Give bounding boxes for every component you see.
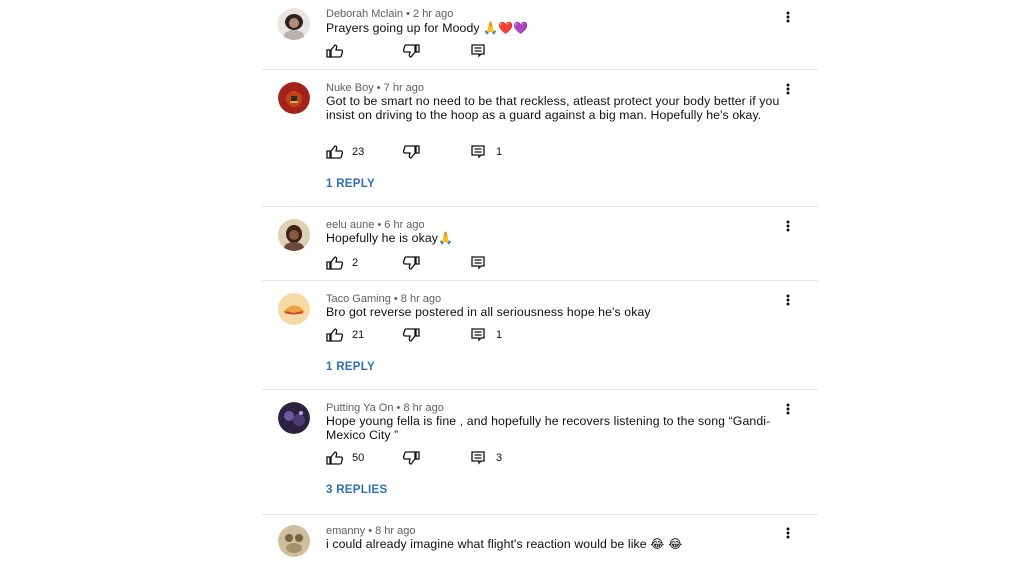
- thumbs-up-icon: [326, 328, 344, 342]
- comment-time: 8 hr ago: [375, 525, 416, 537]
- like-count: 21: [352, 329, 365, 341]
- more-vert-icon[interactable]: [780, 401, 796, 417]
- author-name[interactable]: Deborah Mclain: [326, 8, 403, 20]
- comment-item: Nuke Boy • 7 hr ago Got to be smart no n…: [262, 70, 818, 206]
- avatar[interactable]: [278, 8, 310, 40]
- reply-button[interactable]: 3: [470, 450, 502, 466]
- more-vert-icon[interactable]: [780, 292, 796, 308]
- view-replies-link[interactable]: 3 REPLIES: [326, 484, 388, 496]
- comment-icon: [471, 44, 485, 58]
- comment-body: i could already imagine what flight's re…: [326, 537, 647, 551]
- comment-text: Hopefully he is okay🙏: [326, 231, 796, 245]
- view-replies-link[interactable]: 1 REPLY: [326, 178, 375, 190]
- comment-meta: emanny • 8 hr ago: [326, 525, 416, 537]
- comment-icon: [471, 451, 485, 465]
- dislike-button[interactable]: [402, 450, 420, 466]
- like-button[interactable]: 2: [326, 255, 358, 271]
- comment-time: 7 hr ago: [383, 82, 425, 94]
- comment-item: Putting Ya On • 8 hr ago Hope young fell…: [262, 390, 818, 514]
- avatar-image: [278, 525, 310, 557]
- comment-body: Bro got reverse postered in all seriousn…: [326, 305, 651, 319]
- reply-count: 3: [496, 452, 503, 464]
- comment-body: Prayers going up for Moody: [326, 21, 480, 35]
- comment-meta: Deborah Mclain • 2 hr ago: [326, 8, 454, 20]
- emoji: 😂 😂: [650, 537, 683, 551]
- author-name[interactable]: Taco Gaming: [326, 293, 391, 305]
- comment-time: 8 hr ago: [400, 293, 442, 305]
- reply-button[interactable]: 1: [470, 144, 502, 160]
- dislike-button[interactable]: [402, 144, 420, 160]
- comment-time: 2 hr ago: [413, 8, 454, 20]
- thumbs-down-icon: [402, 145, 420, 159]
- comment-item: Deborah Mclain • 2 hr ago Prayers going …: [262, 0, 818, 68]
- reply-count: 1: [496, 146, 503, 158]
- thumbs-down-icon: [402, 328, 420, 342]
- reply-button[interactable]: 1: [470, 327, 502, 343]
- comment-text: i could already imagine what flight's re…: [326, 537, 796, 551]
- reply-button[interactable]: [470, 255, 488, 271]
- avatar-image: [278, 402, 310, 434]
- author-name[interactable]: eelu aune: [326, 219, 374, 231]
- avatar[interactable]: [278, 82, 310, 114]
- like-button[interactable]: [326, 43, 344, 59]
- comment-time: 8 hr ago: [403, 402, 444, 414]
- avatar[interactable]: [278, 402, 310, 434]
- more-vert-icon[interactable]: [780, 218, 796, 234]
- like-count: 2: [352, 257, 359, 269]
- author-name[interactable]: Nuke Boy: [326, 82, 374, 94]
- view-replies-link[interactable]: 1 REPLY: [326, 361, 375, 373]
- comment-text: Prayers going up for Moody 🙏❤️💜: [326, 21, 796, 35]
- comment-body: Hopefully he is okay: [326, 231, 439, 245]
- emoji: 🙏: [438, 231, 454, 245]
- thumbs-down-icon: [402, 256, 420, 270]
- thumbs-up-icon: [326, 256, 344, 270]
- comment-icon: [471, 328, 485, 342]
- avatar[interactable]: [278, 293, 310, 325]
- author-name[interactable]: emanny: [326, 525, 365, 537]
- like-count: 23: [352, 146, 365, 158]
- avatar-image: [278, 293, 310, 325]
- comment-item: Taco Gaming • 8 hr ago Bro got reverse p…: [262, 281, 818, 389]
- thumbs-up-icon: [326, 145, 344, 159]
- like-button[interactable]: 50: [326, 450, 364, 466]
- dislike-button[interactable]: [402, 255, 420, 271]
- reply-count: 1: [496, 329, 503, 341]
- thumbs-down-icon: [402, 44, 420, 58]
- avatar-image: [278, 219, 310, 251]
- more-vert-icon[interactable]: [780, 81, 796, 97]
- like-count: 50: [352, 452, 365, 464]
- dislike-button[interactable]: [402, 327, 420, 343]
- comment-item: eelu aune • 6 hr ago Hopefully he is oka…: [262, 207, 818, 279]
- comment-meta: eelu aune • 6 hr ago: [326, 219, 425, 231]
- dislike-button[interactable]: [402, 43, 420, 59]
- comment-meta: Nuke Boy • 7 hr ago: [326, 82, 425, 94]
- reply-button[interactable]: [470, 43, 488, 59]
- author-name[interactable]: Putting Ya On: [326, 402, 393, 414]
- avatar-image: [278, 82, 310, 114]
- avatar[interactable]: [278, 525, 310, 557]
- thumbs-down-icon: [402, 451, 420, 465]
- comment-text: Bro got reverse postered in all seriousn…: [326, 305, 796, 319]
- comment-text: Hope young fella is fine , and hopefully…: [326, 414, 788, 442]
- emoji: 🙏❤️💜: [483, 21, 529, 35]
- thumbs-up-icon: [326, 44, 344, 58]
- comment-text: Got to be smart no need to be that reckl…: [326, 94, 788, 122]
- comment-meta: Taco Gaming • 8 hr ago: [326, 293, 442, 305]
- comment-time: 6 hr ago: [384, 219, 425, 231]
- comment-meta: Putting Ya On • 8 hr ago: [326, 402, 444, 414]
- more-vert-icon[interactable]: [780, 9, 796, 25]
- comment-icon: [471, 256, 485, 270]
- thumbs-up-icon: [326, 451, 344, 465]
- like-button[interactable]: 23: [326, 144, 364, 160]
- comment-icon: [471, 145, 485, 159]
- comment-item: emanny • 8 hr ago i could already imagin…: [262, 515, 818, 576]
- avatar-image: [278, 8, 310, 40]
- comment-body: Got to be smart no need to be that reckl…: [326, 94, 780, 122]
- avatar[interactable]: [278, 219, 310, 251]
- comment-body: Hope young fella is fine , and hopefully…: [326, 414, 771, 442]
- more-vert-icon[interactable]: [780, 525, 796, 541]
- like-button[interactable]: 21: [326, 327, 364, 343]
